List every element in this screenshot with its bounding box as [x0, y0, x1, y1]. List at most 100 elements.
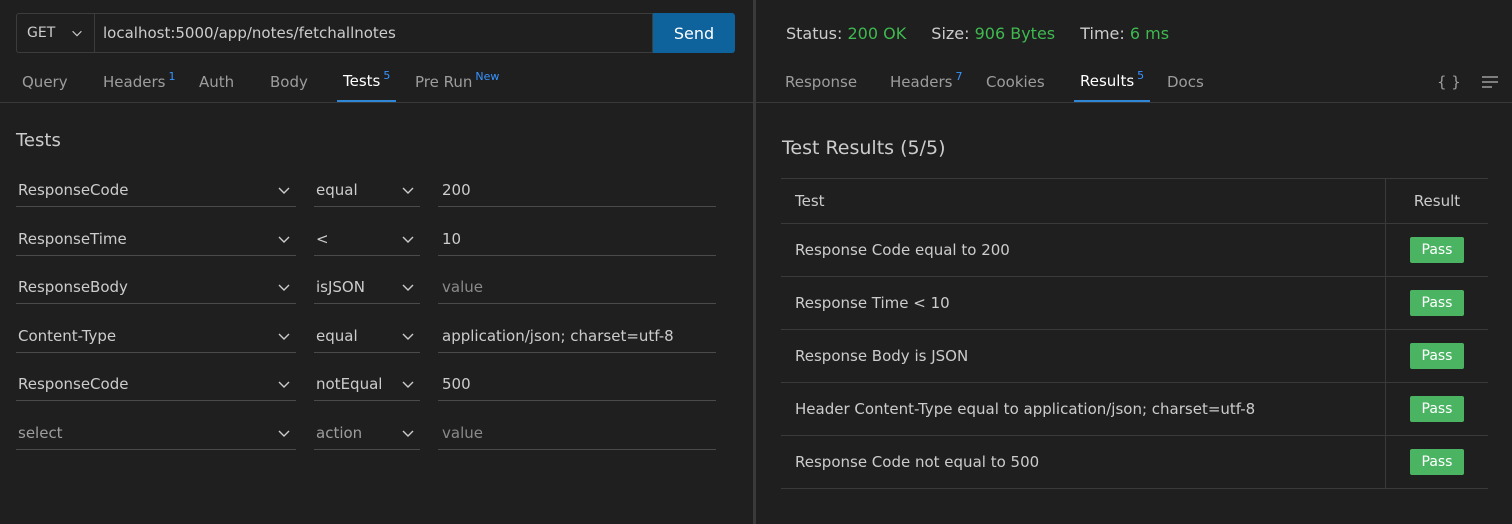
result-test-name: Response Code not equal to 500: [781, 435, 1386, 489]
column-header-result: Result: [1385, 178, 1488, 224]
test-action-label: <: [316, 229, 329, 248]
result-cell: Pass: [1385, 329, 1488, 383]
result-cell: Pass: [1385, 276, 1488, 330]
test-value-input[interactable]: [438, 173, 716, 207]
tab-label: Auth: [199, 73, 235, 91]
send-button[interactable]: Send: [653, 13, 735, 53]
tab-badge: 1: [168, 69, 176, 83]
test-field-select[interactable]: select: [16, 416, 296, 450]
time-item: Time: 6 ms: [1080, 24, 1169, 43]
test-value-input[interactable]: [438, 270, 716, 304]
request-bar: GET Send: [16, 13, 735, 53]
result-cell: Pass: [1385, 382, 1488, 436]
chevron-down-icon: [278, 381, 290, 388]
tab-docs[interactable]: Docs: [1167, 62, 1204, 102]
results-title: Test Results (5/5): [782, 137, 946, 159]
test-row: ResponseTime <: [16, 222, 716, 256]
request-tabs: Query Headers 1 Auth Body Tests 5 Pre Run N…: [0, 62, 753, 103]
pass-badge: Pass: [1410, 343, 1464, 369]
format-json-icon[interactable]: { }: [1437, 62, 1461, 102]
test-action-label: equal: [316, 180, 358, 199]
request-pane: GET Send Query Headers1 Auth Body Tests5…: [0, 0, 753, 524]
test-action-select[interactable]: isJSON: [314, 270, 420, 304]
test-field-select[interactable]: Content-Type: [16, 319, 296, 353]
tab-body[interactable]: Body: [270, 62, 308, 102]
pass-badge: Pass: [1410, 237, 1464, 263]
test-action-select[interactable]: action: [314, 416, 420, 450]
results-body: Response Code equal to 200 Pass Response T…: [781, 223, 1488, 489]
test-row: Content-Type equal: [16, 319, 716, 353]
size-value: 906 Bytes: [974, 24, 1056, 43]
tab-label: Headers: [103, 73, 166, 91]
result-test-name: Header Content-Type equal to application…: [781, 382, 1386, 436]
result-cell: Pass: [1385, 223, 1488, 277]
tab-results[interactable]: Results 5: [1074, 62, 1151, 102]
status-label: Status:: [786, 24, 843, 43]
chevron-down-icon: [278, 430, 290, 437]
chevron-down-icon: [278, 333, 290, 340]
test-value-input[interactable]: [438, 319, 716, 353]
tab-tests[interactable]: Tests 5: [337, 62, 397, 102]
test-value-input[interactable]: [438, 416, 716, 450]
chevron-down-icon: [402, 333, 414, 340]
chevron-down-icon: [402, 284, 414, 291]
test-action-select[interactable]: notEqual: [314, 367, 420, 401]
test-row: ResponseCode equal: [16, 173, 716, 207]
chevron-down-icon: [278, 236, 290, 243]
test-field-select[interactable]: ResponseCode: [16, 173, 296, 207]
tab-badge: 5: [1137, 68, 1145, 82]
size-label: Size:: [931, 24, 970, 43]
results-table: Test Result Response Code equal to 200 Pa…: [781, 178, 1488, 489]
tab-badge: 7: [955, 69, 963, 83]
results-header-row: Test Result: [781, 178, 1488, 224]
time-label: Time:: [1080, 24, 1125, 43]
result-test-name: Response Body is JSON: [781, 329, 1386, 383]
wrap-lines-icon[interactable]: [1481, 62, 1499, 102]
test-row: ResponseBody isJSON: [16, 270, 716, 304]
pass-badge: Pass: [1410, 290, 1464, 316]
table-row: Response Code not equal to 500 Pass: [781, 435, 1488, 489]
tab-response-headers[interactable]: Headers 7: [890, 62, 962, 102]
status-item: Status: 200 OK: [786, 24, 906, 43]
tab-label: Body: [270, 73, 308, 91]
test-action-select[interactable]: <: [314, 222, 420, 256]
tab-label: Cookies: [986, 73, 1045, 91]
tab-pre-run[interactable]: Pre Run New: [415, 62, 499, 102]
tab-auth[interactable]: Auth: [199, 62, 234, 102]
tests-title: Tests: [16, 130, 61, 151]
method-select[interactable]: GET: [16, 13, 94, 53]
test-action-label: equal: [316, 326, 358, 345]
tab-label: Response: [785, 73, 858, 91]
time-value: 6 ms: [1129, 24, 1170, 43]
test-value-input[interactable]: [438, 367, 716, 401]
test-action-select[interactable]: equal: [314, 319, 420, 353]
test-field-select[interactable]: ResponseCode: [16, 367, 296, 401]
response-pane: Status: 200 OK Size: 906 Bytes Time: 6 m…: [756, 0, 1512, 524]
url-input[interactable]: [94, 13, 653, 53]
test-field-label: select: [18, 423, 63, 442]
tab-cookies[interactable]: Cookies: [986, 62, 1045, 102]
result-test-name: Response Code equal to 200: [781, 223, 1386, 277]
test-action-label: notEqual: [316, 374, 383, 393]
size-item: Size: 906 Bytes: [931, 24, 1055, 43]
test-action-select[interactable]: equal: [314, 173, 420, 207]
test-action-label: action: [316, 423, 363, 442]
table-row: Response Code equal to 200 Pass: [781, 223, 1488, 277]
chevron-down-icon: [278, 187, 290, 194]
test-field-select[interactable]: ResponseTime: [16, 222, 296, 256]
test-value-input[interactable]: [438, 222, 716, 256]
column-header-test: Test: [781, 178, 1386, 224]
test-field-label: ResponseTime: [18, 229, 127, 248]
tab-query[interactable]: Query: [22, 62, 68, 102]
table-row: Header Content-Type equal to application…: [781, 382, 1488, 436]
chevron-down-icon: [278, 284, 290, 291]
pass-badge: Pass: [1410, 396, 1464, 422]
tab-response[interactable]: Response: [785, 62, 857, 102]
chevron-down-icon: [402, 187, 414, 194]
tab-label: Headers: [890, 73, 953, 91]
test-field-select[interactable]: ResponseBody: [16, 270, 296, 304]
table-row: Response Body is JSON Pass: [781, 329, 1488, 383]
test-field-label: ResponseCode: [18, 180, 129, 199]
tab-headers[interactable]: Headers 1: [103, 62, 175, 102]
tab-label: Pre Run: [415, 73, 473, 91]
